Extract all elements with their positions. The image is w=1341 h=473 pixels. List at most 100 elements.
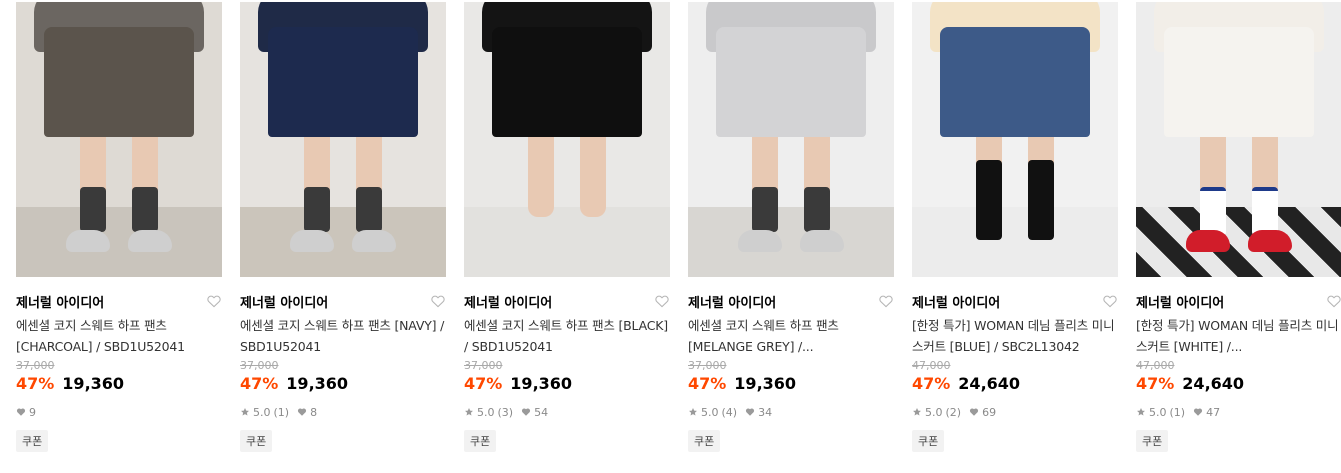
rating: 5.0 (3) [464, 406, 513, 419]
brand-name[interactable]: 제너럴 아이디어 [464, 292, 552, 311]
sale-price: 19,360 [62, 374, 125, 393]
photo-shoe [738, 230, 782, 252]
like-count: 69 [982, 405, 997, 419]
discount-rate: 47% [1136, 374, 1175, 393]
brand-row: 제너럴 아이디어 [16, 292, 222, 311]
discount-rate: 47% [912, 374, 951, 393]
star-icon [465, 408, 473, 416]
discount-rate: 47% [16, 374, 55, 393]
product-meta: 5.0 (4) 34 [688, 405, 894, 419]
photo-floor [912, 207, 1118, 277]
photo-shoe [800, 230, 844, 252]
brand-name[interactable]: 제너럴 아이디어 [912, 292, 1000, 311]
original-price: 37,000 [464, 359, 503, 372]
brand-row: 제너럴 아이디어 [688, 292, 894, 311]
product-title[interactable]: [한정 특가] WOMAN 데님 플리츠 미니스커트 [BLUE] / SBC2… [912, 315, 1118, 357]
review-count: (1) [273, 405, 290, 419]
product-card[interactable]: 제너럴 아이디어 에센셜 코지 스웨트 하프 팬츠 [CHARCOAL] / S… [16, 2, 222, 452]
photo-skirt [940, 27, 1090, 137]
product-image[interactable] [464, 2, 670, 277]
star-icon [1137, 408, 1145, 416]
product-card[interactable]: 제너럴 아이디어 에센셜 코지 스웨트 하프 팬츠 [BLACK] / SBD1… [464, 2, 670, 452]
photo-shorts [44, 27, 194, 137]
photo-floor [1136, 207, 1341, 277]
discount-rate: 47% [240, 374, 279, 393]
review-count: (2) [945, 405, 962, 419]
product-title[interactable]: 에센셜 코지 스웨트 하프 팬츠 [BLACK] / SBD1U52041 [464, 315, 670, 357]
like-count: 47 [1206, 405, 1221, 419]
heart-outline-icon[interactable] [1326, 293, 1341, 309]
price-row: 47% 19,360 [16, 374, 222, 393]
heart-outline-icon[interactable] [878, 293, 894, 309]
original-price: 37,000 [240, 359, 279, 372]
product-image[interactable] [16, 2, 222, 277]
photo-shorts [716, 27, 866, 137]
heart-outline-icon[interactable] [1102, 293, 1118, 309]
heart-outline-icon[interactable] [206, 293, 222, 309]
heart-outline-icon[interactable] [430, 293, 446, 309]
product-image[interactable] [688, 2, 894, 277]
brand-row: 제너럴 아이디어 [1136, 292, 1341, 311]
sale-price: 19,360 [286, 374, 349, 393]
product-title[interactable]: 에센셜 코지 스웨트 하프 팬츠 [CHARCOAL] / SBD1U52041 [16, 315, 222, 357]
rating-score: 5.0 [253, 405, 271, 419]
brand-name[interactable]: 제너럴 아이디어 [688, 292, 776, 311]
brand-row: 제너럴 아이디어 [464, 292, 670, 311]
product-title[interactable]: 에센셜 코지 스웨트 하프 팬츠 [NAVY] / SBD1U52041 [240, 315, 446, 357]
photo-floor [464, 207, 670, 277]
photo-sock [752, 187, 778, 232]
like-count: 8 [310, 405, 318, 419]
sale-price: 19,360 [734, 374, 797, 393]
brand-name[interactable]: 제너럴 아이디어 [240, 292, 328, 311]
heart-outline-icon[interactable] [654, 293, 670, 309]
likes: 8 [297, 406, 317, 419]
photo-sock [1252, 187, 1278, 236]
likes: 47 [1193, 406, 1220, 419]
photo-shorts [492, 27, 642, 137]
original-price: 47,000 [1136, 359, 1175, 372]
product-image[interactable] [240, 2, 446, 277]
photo-leg [528, 127, 554, 217]
product-grid: 제너럴 아이디어 에센셜 코지 스웨트 하프 팬츠 [CHARCOAL] / S… [16, 2, 1341, 452]
product-title[interactable]: 에센셜 코지 스웨트 하프 팬츠 [MELANGE GREY] /... [688, 315, 894, 357]
brand-name[interactable]: 제너럴 아이디어 [1136, 292, 1224, 311]
photo-shoe [352, 230, 396, 252]
rating-score: 5.0 [925, 405, 943, 419]
sale-price: 24,640 [958, 374, 1021, 393]
product-card[interactable]: 제너럴 아이디어 [한정 특가] WOMAN 데님 플리츠 미니스커트 [WHI… [1136, 2, 1341, 452]
photo-floor [240, 207, 446, 277]
brand-name[interactable]: 제너럴 아이디어 [16, 292, 104, 311]
coupon-badge: 쿠폰 [16, 430, 49, 452]
product-image[interactable] [912, 2, 1118, 277]
product-meta: 5.0 (3) 54 [464, 405, 670, 419]
photo-sock [80, 187, 106, 232]
likes: 69 [969, 406, 996, 419]
product-title[interactable]: [한정 특가] WOMAN 데님 플리츠 미니스커트 [WHITE] /... [1136, 315, 1341, 357]
photo-boot [1028, 160, 1054, 240]
like-count: 34 [758, 405, 773, 419]
photo-shoe [66, 230, 110, 252]
product-card[interactable]: 제너럴 아이디어 [한정 특가] WOMAN 데님 플리츠 미니스커트 [BLU… [912, 2, 1118, 452]
brand-row: 제너럴 아이디어 [912, 292, 1118, 311]
photo-sock [1200, 187, 1226, 236]
photo-shoe [290, 230, 334, 252]
photo-shoe [128, 230, 172, 252]
product-meta: 5.0 (2) 69 [912, 405, 1118, 419]
price-row: 47% 19,360 [688, 374, 894, 393]
coupon-badge: 쿠폰 [464, 430, 497, 452]
price-row: 47% 19,360 [464, 374, 670, 393]
coupon-badge: 쿠폰 [1136, 430, 1169, 452]
photo-skirt [1164, 27, 1314, 137]
original-price: 47,000 [912, 359, 951, 372]
product-image[interactable] [1136, 2, 1341, 277]
review-count: (1) [1169, 405, 1186, 419]
likes: 54 [521, 406, 548, 419]
price-row: 47% 24,640 [1136, 374, 1341, 393]
review-count: (4) [721, 405, 738, 419]
photo-boot [976, 160, 1002, 240]
discount-rate: 47% [464, 374, 503, 393]
product-card[interactable]: 제너럴 아이디어 에센셜 코지 스웨트 하프 팬츠 [NAVY] / SBD1U… [240, 2, 446, 452]
product-card[interactable]: 제너럴 아이디어 에센셜 코지 스웨트 하프 팬츠 [MELANGE GREY]… [688, 2, 894, 452]
price-row: 47% 24,640 [912, 374, 1118, 393]
photo-sock [132, 187, 158, 232]
